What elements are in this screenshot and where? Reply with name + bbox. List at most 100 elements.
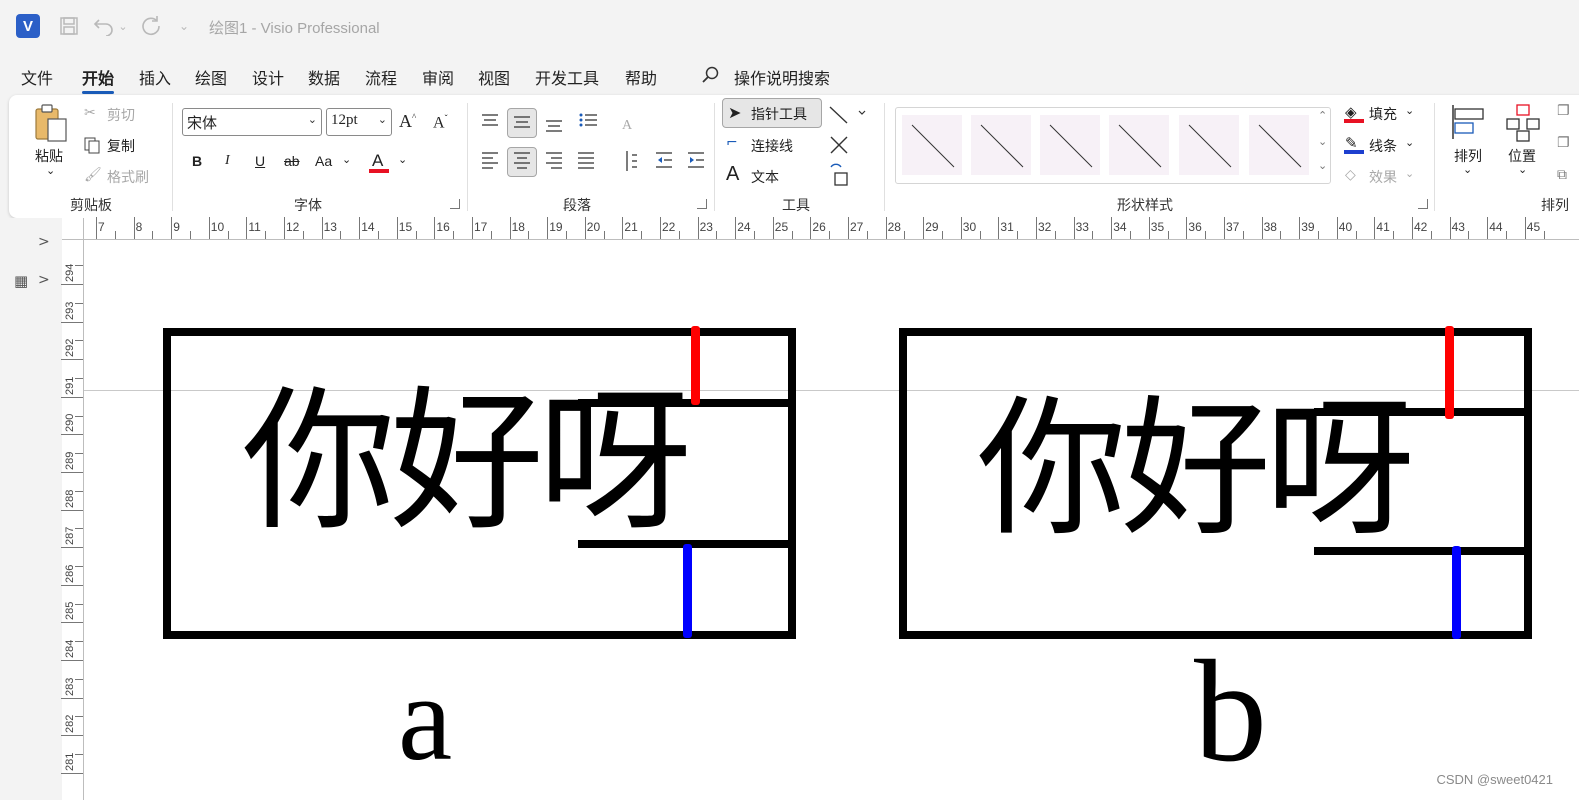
drawing-tool-icons[interactable] xyxy=(827,103,867,189)
chevron-down-icon[interactable]: ⌄ xyxy=(398,153,407,166)
effect-button[interactable]: 效果 xyxy=(1369,167,1397,187)
tab-help[interactable]: 帮助 xyxy=(625,65,657,89)
paste-label[interactable]: 粘贴 xyxy=(35,146,63,166)
shrink-font-icon[interactable]: Aˇ xyxy=(433,113,448,132)
fill-button[interactable]: 填充 xyxy=(1369,104,1397,124)
shape-style-thumbnail[interactable] xyxy=(1109,115,1169,175)
underline-button[interactable]: U xyxy=(255,153,265,169)
vertical-ruler[interactable]: 294 293 292 291 290 289 288 287 286 285 284 283 282 2… xyxy=(61,240,84,800)
tab-file[interactable]: 文件 xyxy=(21,65,53,89)
ruler-minor-tick xyxy=(904,231,906,239)
search-icon[interactable] xyxy=(700,65,722,87)
tab-developer[interactable]: 开发工具 xyxy=(535,65,599,89)
panel-a-text[interactable]: 你好呀 xyxy=(242,386,692,540)
tell-me-search[interactable]: 操作说明搜索 xyxy=(734,65,830,89)
document-title: 绘图1 - Visio Professional xyxy=(209,20,380,37)
ruler-label: 29 xyxy=(925,220,939,234)
ruler-tick xyxy=(246,217,248,239)
font-dialog-launcher-icon[interactable] xyxy=(450,199,460,209)
ruler-label: 22 xyxy=(662,220,676,234)
expand-shapes-icon[interactable]: > xyxy=(38,272,50,288)
gallery-more-icon[interactable]: ⌄ xyxy=(1318,159,1327,172)
expand-pane-icon[interactable]: > xyxy=(38,234,50,250)
ruler-tick xyxy=(848,217,849,239)
line-button[interactable]: 线条 xyxy=(1369,136,1397,156)
change-case-button[interactable]: Aa xyxy=(315,153,332,169)
grow-font-icon[interactable]: A^ xyxy=(399,111,416,132)
panel-b-red-marker xyxy=(1445,326,1454,419)
undo-dropdown-icon[interactable]: ⌄ xyxy=(117,14,129,38)
paragraph-dialog-launcher-icon[interactable] xyxy=(697,199,707,209)
tab-view[interactable]: 视图 xyxy=(478,65,510,89)
ruler-tick xyxy=(735,217,737,239)
paragraph-group-label: 段落 xyxy=(563,198,591,214)
ruler-label: 31 xyxy=(1000,220,1014,234)
arrange-icon[interactable] xyxy=(1449,103,1489,143)
connector-icon: ⌐ xyxy=(726,135,738,151)
ruler-minor-tick xyxy=(75,716,83,718)
ruler-label: 9 xyxy=(173,220,180,234)
undo-icon[interactable] xyxy=(92,14,116,38)
paragraph-icons[interactable]: A xyxy=(479,109,709,179)
fill-color-swatch xyxy=(1344,119,1364,123)
shape-style-thumbnail[interactable] xyxy=(971,115,1031,175)
ruler-minor-tick xyxy=(1092,231,1094,239)
font-color-button[interactable]: A xyxy=(372,151,383,171)
font-size-select[interactable]: 12pt ⌄ xyxy=(326,108,392,136)
ruler-minor-tick xyxy=(1355,231,1357,239)
customize-toolbar-icon[interactable]: ⌄ xyxy=(177,14,191,38)
shapes-icon[interactable]: ▦ xyxy=(14,272,28,290)
panel-a-blue-marker xyxy=(683,544,692,638)
copy-button[interactable]: 复制 xyxy=(107,136,135,156)
gallery-down-icon[interactable]: ⌄ xyxy=(1318,135,1327,148)
ruler-tick xyxy=(1036,217,1037,239)
save-icon[interactable] xyxy=(57,14,81,38)
cut-button[interactable]: 剪切 xyxy=(107,105,135,125)
shape-styles-dialog-launcher-icon[interactable] xyxy=(1418,199,1428,209)
shape-style-thumbnail[interactable] xyxy=(1179,115,1239,175)
bold-button[interactable]: B xyxy=(192,153,202,169)
chevron-down-icon[interactable]: ⌄ xyxy=(342,153,351,166)
ruler-minor-tick xyxy=(1393,231,1395,239)
ruler-minor-tick xyxy=(866,231,868,239)
shape-style-thumbnail[interactable] xyxy=(1249,115,1309,175)
shape-style-thumbnail[interactable] xyxy=(902,115,962,175)
paste-dropdown-icon[interactable]: ⌄ xyxy=(46,164,55,177)
bring-forward-icon[interactable]: ❐ xyxy=(1557,103,1570,119)
tab-process[interactable]: 流程 xyxy=(365,65,397,89)
send-backward-icon[interactable]: ❐ xyxy=(1557,135,1570,151)
tab-draw[interactable]: 绘图 xyxy=(195,65,227,89)
drawing-canvas[interactable]: 你好呀 a 你好呀 b xyxy=(84,240,1579,800)
connector-tool-button[interactable]: 连接线 xyxy=(751,136,793,156)
chevron-down-icon[interactable]: ⌄ xyxy=(1405,167,1414,180)
text-tool-button[interactable]: 文本 xyxy=(751,167,779,187)
chevron-down-icon[interactable]: ⌄ xyxy=(1405,104,1414,117)
arrange-group-label: 排列 xyxy=(1541,198,1569,214)
tab-data[interactable]: 数据 xyxy=(308,65,340,89)
strikethrough-button[interactable]: ab xyxy=(284,153,300,169)
shape-style-thumbnail[interactable] xyxy=(1040,115,1100,175)
ruler-tick xyxy=(61,359,83,361)
ruler-label: 27 xyxy=(850,220,864,234)
chevron-down-icon[interactable]: ⌄ xyxy=(1518,163,1527,176)
tab-home[interactable]: 开始 xyxy=(82,65,115,94)
pointer-tool-label[interactable]: 指针工具 xyxy=(751,104,807,124)
ruler-minor-tick xyxy=(75,415,83,417)
chevron-down-icon[interactable]: ⌄ xyxy=(1463,163,1472,176)
group-icon[interactable]: ⧉ xyxy=(1557,167,1567,183)
chevron-down-icon[interactable]: ⌄ xyxy=(1405,136,1414,149)
font-name-value: 宋体 xyxy=(187,116,218,132)
gallery-up-icon[interactable]: ⌃ xyxy=(1318,109,1327,122)
tab-design[interactable]: 设计 xyxy=(252,65,284,89)
format-painter-button[interactable]: 格式刷 xyxy=(107,167,149,187)
position-icon[interactable] xyxy=(1503,103,1543,143)
ruler-label: 289 xyxy=(64,451,76,470)
tab-insert[interactable]: 插入 xyxy=(139,65,171,89)
paste-icon[interactable] xyxy=(31,103,71,143)
horizontal-ruler[interactable]: 7 8 9 10 11 12 13 14 15 16 17 18 19 20 21 22 23 24 25 26 27 2… xyxy=(84,217,1579,240)
italic-button[interactable]: I xyxy=(225,153,230,169)
panel-b-text[interactable]: 你好呀 xyxy=(977,395,1415,545)
font-name-select[interactable]: 宋体 ⌄ xyxy=(182,108,322,136)
tab-review[interactable]: 审阅 xyxy=(422,65,454,89)
redo-icon[interactable] xyxy=(139,14,163,38)
